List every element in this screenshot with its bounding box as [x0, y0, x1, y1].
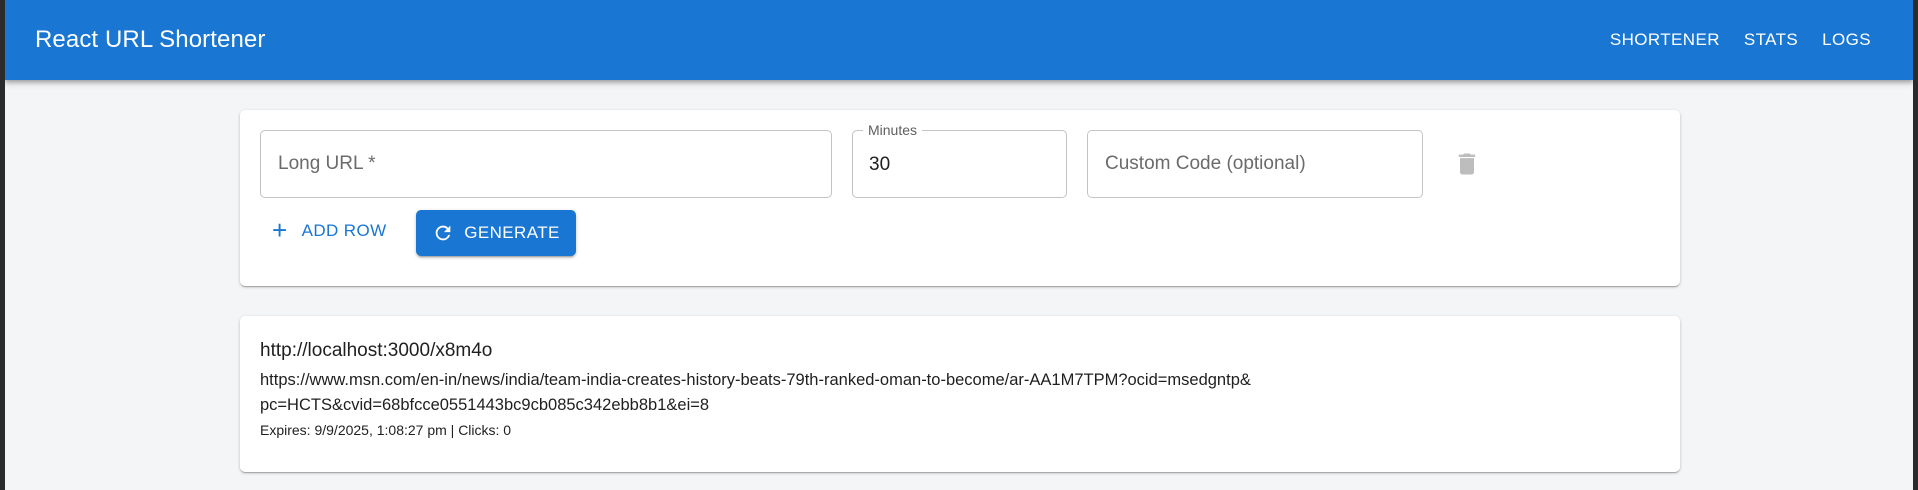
refresh-icon: [435, 225, 451, 241]
shorten-form-card: Long URL * Minutes 30 Custom Code (optio…: [240, 110, 1680, 286]
nav-shortener[interactable]: SHORTENER: [1598, 22, 1732, 58]
app-title: React URL Shortener: [35, 26, 266, 53]
short-url-link[interactable]: http://localhost:3000/x8m4o: [260, 340, 492, 362]
long-url-field[interactable]: Long URL *: [260, 130, 832, 198]
main-nav: SHORTENER STATS LOGS: [1598, 0, 1883, 80]
minutes-value: 30: [869, 154, 891, 175]
custom-code-placeholder: Custom Code (optional): [1105, 153, 1306, 174]
result-card: http://localhost:3000/x8m4o https://www.…: [240, 316, 1680, 472]
long-url-text: https://www.msn.com/en-in/news/india/tea…: [260, 371, 1251, 414]
generate-label: GENERATE: [464, 223, 560, 242]
long-url-placeholder: Long URL *: [278, 153, 376, 174]
add-row-button[interactable]: + ADD ROW: [260, 208, 399, 254]
add-row-label: ADD ROW: [301, 221, 387, 240]
minutes-field[interactable]: Minutes 30: [852, 121, 1067, 198]
trash-icon[interactable]: [1453, 150, 1481, 178]
plus-icon: +: [272, 215, 288, 245]
app-window: React URL Shortener SHORTENER STATS LOGS…: [5, 0, 1913, 490]
trash-icon-svg: [1458, 153, 1476, 175]
expiry-and-clicks: Expires: 9/9/2025, 1:08:27 pm | Clicks: …: [260, 422, 512, 438]
nav-logs[interactable]: LOGS: [1810, 22, 1883, 58]
app-bar: React URL Shortener SHORTENER STATS LOGS: [5, 0, 1913, 80]
custom-code-field[interactable]: Custom Code (optional): [1087, 130, 1423, 198]
generate-button[interactable]: GENERATE: [416, 210, 576, 256]
nav-stats[interactable]: STATS: [1732, 22, 1810, 58]
